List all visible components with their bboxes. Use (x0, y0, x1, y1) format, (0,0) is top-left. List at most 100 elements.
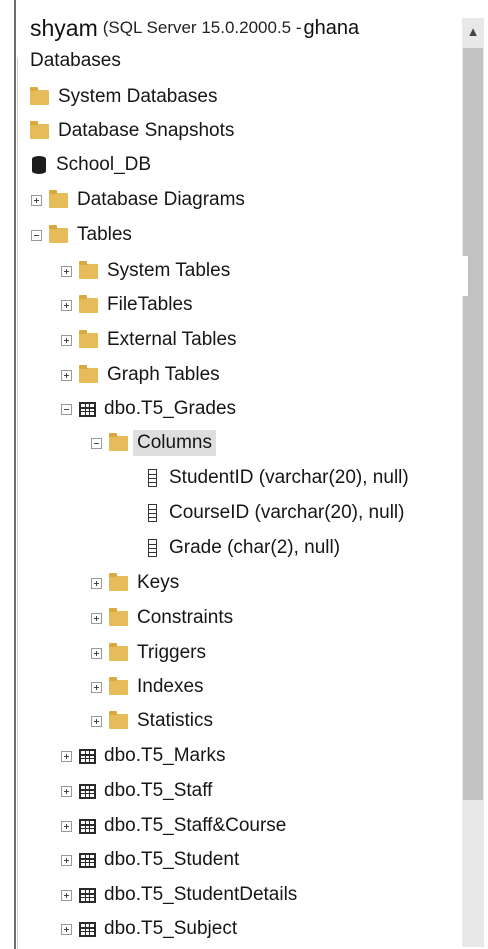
tables-label: Tables (77, 224, 132, 245)
expand-plus-icon[interactable] (91, 681, 102, 693)
column-label: CourseID (varchar(20), null) (169, 502, 405, 523)
table-icon (79, 401, 96, 417)
table-label: dbo.T5_Staff (104, 780, 213, 801)
scrollbar-gap (462, 256, 468, 296)
tree-node-column[interactable]: StudentID (varchar(20), null) (148, 463, 409, 493)
folder-icon (49, 189, 68, 208)
expand-plus-icon[interactable] (61, 299, 72, 311)
filetables-label: FileTables (107, 294, 193, 315)
folder-icon (109, 642, 128, 661)
column-label: StudentID (varchar(20), null) (169, 467, 409, 488)
tree-node-table[interactable]: dbo.T5_Marks (61, 741, 225, 771)
collapse-minus-icon[interactable] (31, 229, 42, 241)
folder-icon (30, 86, 49, 105)
table-icon (79, 887, 96, 903)
expand-plus-icon[interactable] (61, 750, 72, 762)
tree-node-database-snapshots[interactable]: Database Snapshots (30, 116, 234, 146)
table-label: dbo.T5_Marks (104, 745, 226, 766)
tree-node-triggers[interactable]: Triggers (91, 638, 206, 668)
database-diagrams-label: Database Diagrams (77, 189, 245, 210)
expand-plus-icon[interactable] (61, 785, 72, 797)
expand-plus-icon[interactable] (61, 854, 72, 866)
school-db-label: School_DB (56, 154, 152, 175)
tree-node-t5-grades[interactable]: dbo.T5_Grades (61, 394, 236, 424)
folder-icon (79, 260, 98, 279)
expand-plus-icon[interactable] (91, 647, 102, 659)
tree-node-database-diagrams[interactable]: Database Diagrams (31, 185, 245, 215)
database-snapshots-label: Database Snapshots (58, 120, 235, 141)
collapse-minus-icon[interactable] (61, 403, 72, 415)
tree-node-constraints[interactable]: Constraints (91, 603, 233, 633)
expand-plus-icon[interactable] (31, 194, 42, 206)
table-label: dbo.T5_Staff&Course (104, 815, 287, 836)
expand-plus-icon[interactable] (61, 334, 72, 346)
database-icon (32, 156, 46, 174)
table-icon (79, 783, 96, 799)
tree-node-table[interactable]: dbo.T5_Staff (61, 776, 212, 806)
object-explorer-tree: Databases System Databases Database Snap… (0, 0, 462, 949)
tree-node-databases[interactable]: Databases (30, 46, 121, 76)
expand-plus-icon[interactable] (61, 923, 72, 935)
folder-icon (49, 224, 68, 243)
external-tables-label: External Tables (107, 329, 237, 350)
chevron-up-icon[interactable]: ▲ (462, 18, 484, 44)
t5-grades-label: dbo.T5_Grades (104, 398, 237, 419)
tree-node-graph-tables[interactable]: Graph Tables (61, 360, 220, 390)
system-databases-label: System Databases (58, 86, 218, 107)
column-icon (148, 469, 157, 487)
tree-node-system-tables[interactable]: System Tables (61, 256, 230, 286)
column-icon (148, 504, 157, 522)
databases-label: Databases (30, 50, 121, 71)
indexes-label: Indexes (137, 676, 204, 697)
tree-node-school-db[interactable]: School_DB (32, 150, 151, 180)
scrollbar-thumb[interactable] (463, 48, 483, 800)
folder-icon (30, 120, 49, 139)
table-label: dbo.T5_StudentDetails (104, 884, 298, 905)
tree-node-external-tables[interactable]: External Tables (61, 325, 237, 355)
tree-node-statistics[interactable]: Statistics (91, 706, 213, 736)
triggers-label: Triggers (137, 642, 206, 663)
column-icon (148, 539, 157, 557)
vertical-scrollbar[interactable]: ▲ (462, 18, 484, 947)
expand-plus-icon[interactable] (61, 369, 72, 381)
table-label: dbo.T5_Student (104, 849, 240, 870)
collapse-minus-icon[interactable] (91, 437, 102, 449)
expand-plus-icon[interactable] (91, 715, 102, 727)
folder-icon (79, 364, 98, 383)
folder-icon (109, 710, 128, 729)
table-icon (79, 818, 96, 834)
folder-icon (109, 572, 128, 591)
folder-icon (109, 676, 128, 695)
table-icon (79, 748, 96, 764)
columns-label: Columns (133, 430, 216, 456)
folder-icon (109, 607, 128, 626)
table-icon (79, 852, 96, 868)
tree-node-filetables[interactable]: FileTables (61, 290, 193, 320)
expand-plus-icon[interactable] (91, 577, 102, 589)
expand-plus-icon[interactable] (61, 889, 72, 901)
folder-icon (109, 432, 128, 451)
tree-node-column[interactable]: Grade (char(2), null) (148, 533, 340, 563)
system-tables-label: System Tables (107, 260, 231, 281)
table-icon (79, 921, 96, 937)
tree-node-table[interactable]: dbo.T5_StudentDetails (61, 880, 297, 910)
folder-icon (79, 329, 98, 348)
expand-plus-icon[interactable] (61, 265, 72, 277)
table-label: dbo.T5_Subject (104, 918, 238, 939)
tree-node-tables[interactable]: Tables (31, 220, 132, 250)
tree-node-keys[interactable]: Keys (91, 568, 179, 598)
tree-node-table[interactable]: dbo.T5_Student (61, 845, 239, 875)
keys-label: Keys (137, 572, 180, 593)
tree-node-column[interactable]: CourseID (varchar(20), null) (148, 498, 404, 528)
tree-node-indexes[interactable]: Indexes (91, 672, 204, 702)
tree-node-columns[interactable]: Columns (91, 428, 216, 458)
constraints-label: Constraints (137, 607, 234, 628)
expand-plus-icon[interactable] (91, 612, 102, 624)
tree-node-table[interactable]: dbo.T5_Subject (61, 914, 237, 944)
expand-plus-icon[interactable] (61, 820, 72, 832)
tree-node-table[interactable]: dbo.T5_Staff&Course (61, 811, 286, 841)
graph-tables-label: Graph Tables (107, 364, 220, 385)
tree-node-system-databases[interactable]: System Databases (30, 82, 217, 112)
column-label: Grade (char(2), null) (169, 537, 341, 558)
statistics-label: Statistics (137, 710, 214, 731)
